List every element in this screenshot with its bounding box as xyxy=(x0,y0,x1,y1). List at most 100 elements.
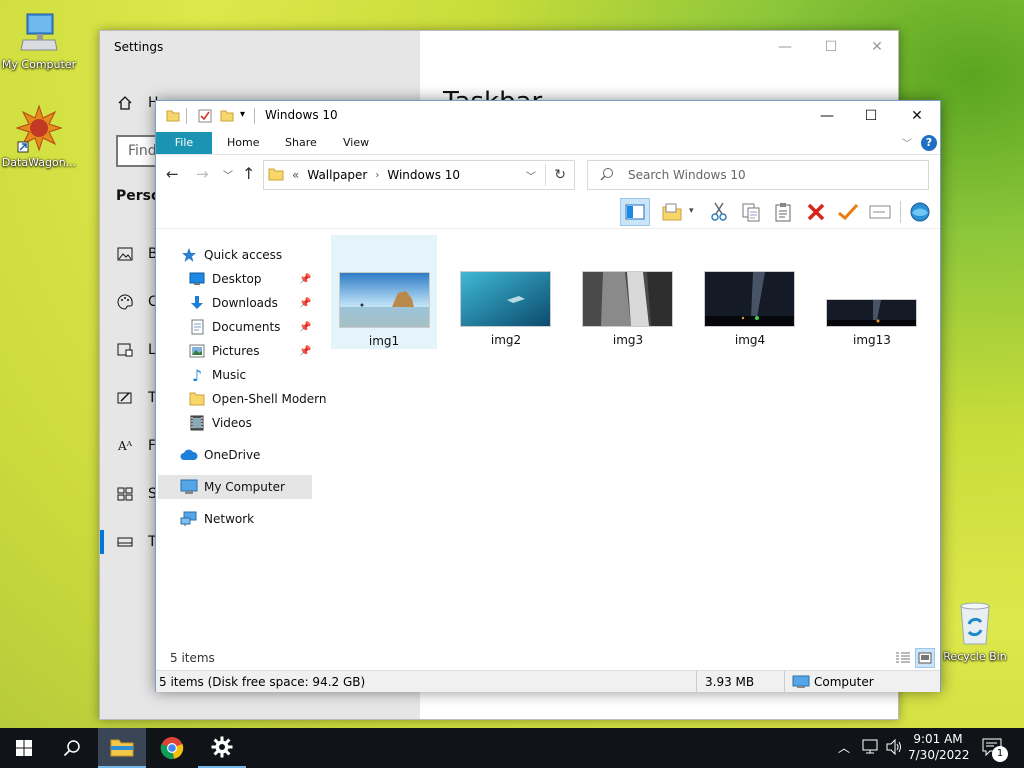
settings-nav-colors[interactable]: C xyxy=(116,294,158,310)
toolbar-divider xyxy=(900,201,901,223)
volume-icon[interactable] xyxy=(886,738,904,758)
taskbar-settings[interactable] xyxy=(198,728,246,768)
tree-item-pictures[interactable]: Pictures xyxy=(188,340,260,362)
new-folder-icon[interactable] xyxy=(220,109,234,123)
breadcrumb-item[interactable]: Windows 10 xyxy=(387,168,460,182)
star-icon xyxy=(180,247,198,263)
new-folder-toolbar-icon[interactable] xyxy=(658,198,688,226)
toolbar-divider xyxy=(156,228,940,229)
tree-item-desktop[interactable]: Desktop xyxy=(188,268,262,290)
pin-icon[interactable]: 📌 xyxy=(299,298,311,309)
clock[interactable]: 9:01 AM 7/30/2022 xyxy=(908,732,970,762)
pin-icon[interactable]: 📌 xyxy=(299,322,311,333)
search-button[interactable] xyxy=(48,728,96,768)
address-dropdown-icon[interactable]: ﹀ xyxy=(526,168,536,183)
breadcrumb-separator: › xyxy=(375,169,380,181)
maximize-button[interactable]: ☐ xyxy=(848,101,894,131)
open-shell-settings-icon[interactable] xyxy=(905,198,935,226)
details-view-icon[interactable] xyxy=(894,649,912,667)
tree-item-open-shell-modern[interactable]: Open-Shell Modern xyxy=(188,388,327,410)
address-bar[interactable]: « Wallpaper › Windows 10 ﹀ ↻ xyxy=(263,160,575,190)
copy-icon[interactable] xyxy=(736,198,766,226)
delete-icon[interactable] xyxy=(801,198,831,226)
settings-title: Settings xyxy=(114,40,164,54)
tab-home[interactable]: Home xyxy=(227,132,259,154)
file-name: img13 xyxy=(853,333,891,347)
settings-nav-background[interactable]: B xyxy=(116,246,158,262)
select-icon[interactable] xyxy=(833,198,863,226)
desktop-icon-datawagon[interactable]: DataWagon... xyxy=(0,104,80,169)
search-box[interactable]: Search Windows 10 xyxy=(587,160,929,190)
expand-ribbon-icon[interactable]: ﹀ xyxy=(902,135,912,150)
network-tray-icon[interactable] xyxy=(862,739,880,758)
large-icons-view-icon[interactable] xyxy=(915,648,935,668)
desktop-folder-icon xyxy=(188,271,206,287)
tree-item-music[interactable]: ♪ Music xyxy=(188,364,246,386)
file-tile-img13[interactable]: img13 xyxy=(819,235,925,349)
tab-share[interactable]: Share xyxy=(285,132,317,154)
computer-icon xyxy=(792,675,810,692)
help-icon[interactable]: ? xyxy=(921,135,937,151)
desktop-icon-my-computer[interactable]: My Computer xyxy=(0,12,80,71)
tree-network[interactable]: Network xyxy=(180,508,254,530)
refresh-icon[interactable]: ↻ xyxy=(554,167,566,183)
chrome-icon xyxy=(160,737,184,760)
night-sky-wide-thumbnail xyxy=(826,299,917,327)
music-icon: ♪ xyxy=(191,365,203,385)
forward-button[interactable]: → xyxy=(196,165,209,183)
new-dropdown-icon[interactable]: ▾ xyxy=(689,206,694,216)
downloads-icon xyxy=(188,295,206,311)
cut-icon[interactable] xyxy=(704,198,734,226)
search-input[interactable]: Search Windows 10 xyxy=(628,168,746,182)
taskbar-chrome[interactable] xyxy=(148,728,196,768)
file-tile-img2[interactable]: img2 xyxy=(453,235,559,349)
tree-item-documents[interactable]: Documents xyxy=(188,316,280,338)
folder-icon xyxy=(166,109,180,123)
tree-item-videos[interactable]: Videos xyxy=(188,412,252,434)
settings-nav-themes[interactable]: T xyxy=(116,390,157,406)
explorer-window[interactable]: ▾ Windows 10 — ☐ ✕ File Home Share View … xyxy=(155,100,941,693)
tree-quick-access[interactable]: Quick access xyxy=(180,244,282,266)
desktop-icon-label: DataWagon... xyxy=(1,156,77,169)
palette-icon xyxy=(116,294,134,310)
tree-label: Network xyxy=(204,512,255,526)
back-button[interactable]: ← xyxy=(166,165,179,183)
paste-icon[interactable] xyxy=(768,198,798,226)
status-divider xyxy=(696,671,697,693)
tree-label: Videos xyxy=(212,416,252,430)
tree-my-computer[interactable]: My Computer xyxy=(180,476,285,498)
customize-quick-access-icon[interactable]: ▾ xyxy=(240,109,245,120)
file-tile-img3[interactable]: img3 xyxy=(575,235,681,349)
settings-maximize-button[interactable]: ☐ xyxy=(808,35,854,59)
navigation-pane-toggle-icon[interactable] xyxy=(620,198,650,226)
address-overflow[interactable]: « xyxy=(292,168,299,182)
file-explorer-icon xyxy=(110,739,134,757)
tab-view[interactable]: View xyxy=(343,132,369,154)
file-tile-img1[interactable]: img1 xyxy=(331,235,437,349)
rock-cliff-thumbnail xyxy=(582,271,673,327)
taskbar: ︿ 9:01 AM 7/30/2022 1 xyxy=(0,728,1024,768)
tree-onedrive[interactable]: OneDrive xyxy=(180,444,260,466)
folder-icon xyxy=(268,167,284,184)
close-button[interactable]: ✕ xyxy=(894,101,940,131)
desktop-icon-label: Recycle Bin xyxy=(943,650,1007,663)
item-count: 5 items xyxy=(170,651,215,665)
settings-home-link[interactable]: H xyxy=(116,95,159,111)
start-button[interactable] xyxy=(0,728,48,768)
rename-icon[interactable] xyxy=(865,198,895,226)
up-button[interactable]: ↑ xyxy=(242,164,255,183)
file-tile-img4[interactable]: img4 xyxy=(697,235,803,349)
tab-file[interactable]: File xyxy=(156,132,212,154)
settings-close-button[interactable]: ✕ xyxy=(854,35,900,59)
breadcrumb-item[interactable]: Wallpaper xyxy=(307,168,367,182)
desktop-icon-recycle-bin[interactable]: Recycle Bin xyxy=(934,600,1016,663)
properties-icon[interactable] xyxy=(198,109,212,123)
taskbar-file-explorer[interactable] xyxy=(98,728,146,768)
settings-minimize-button[interactable]: — xyxy=(762,35,808,59)
tree-item-downloads[interactable]: Downloads xyxy=(188,292,278,314)
pin-icon[interactable]: 📌 xyxy=(299,274,311,285)
show-hidden-icons-icon[interactable]: ︿ xyxy=(838,739,850,756)
minimize-button[interactable]: — xyxy=(804,101,850,131)
pin-icon[interactable]: 📌 xyxy=(299,346,311,357)
recent-locations-icon[interactable]: ﹀ xyxy=(223,167,233,182)
